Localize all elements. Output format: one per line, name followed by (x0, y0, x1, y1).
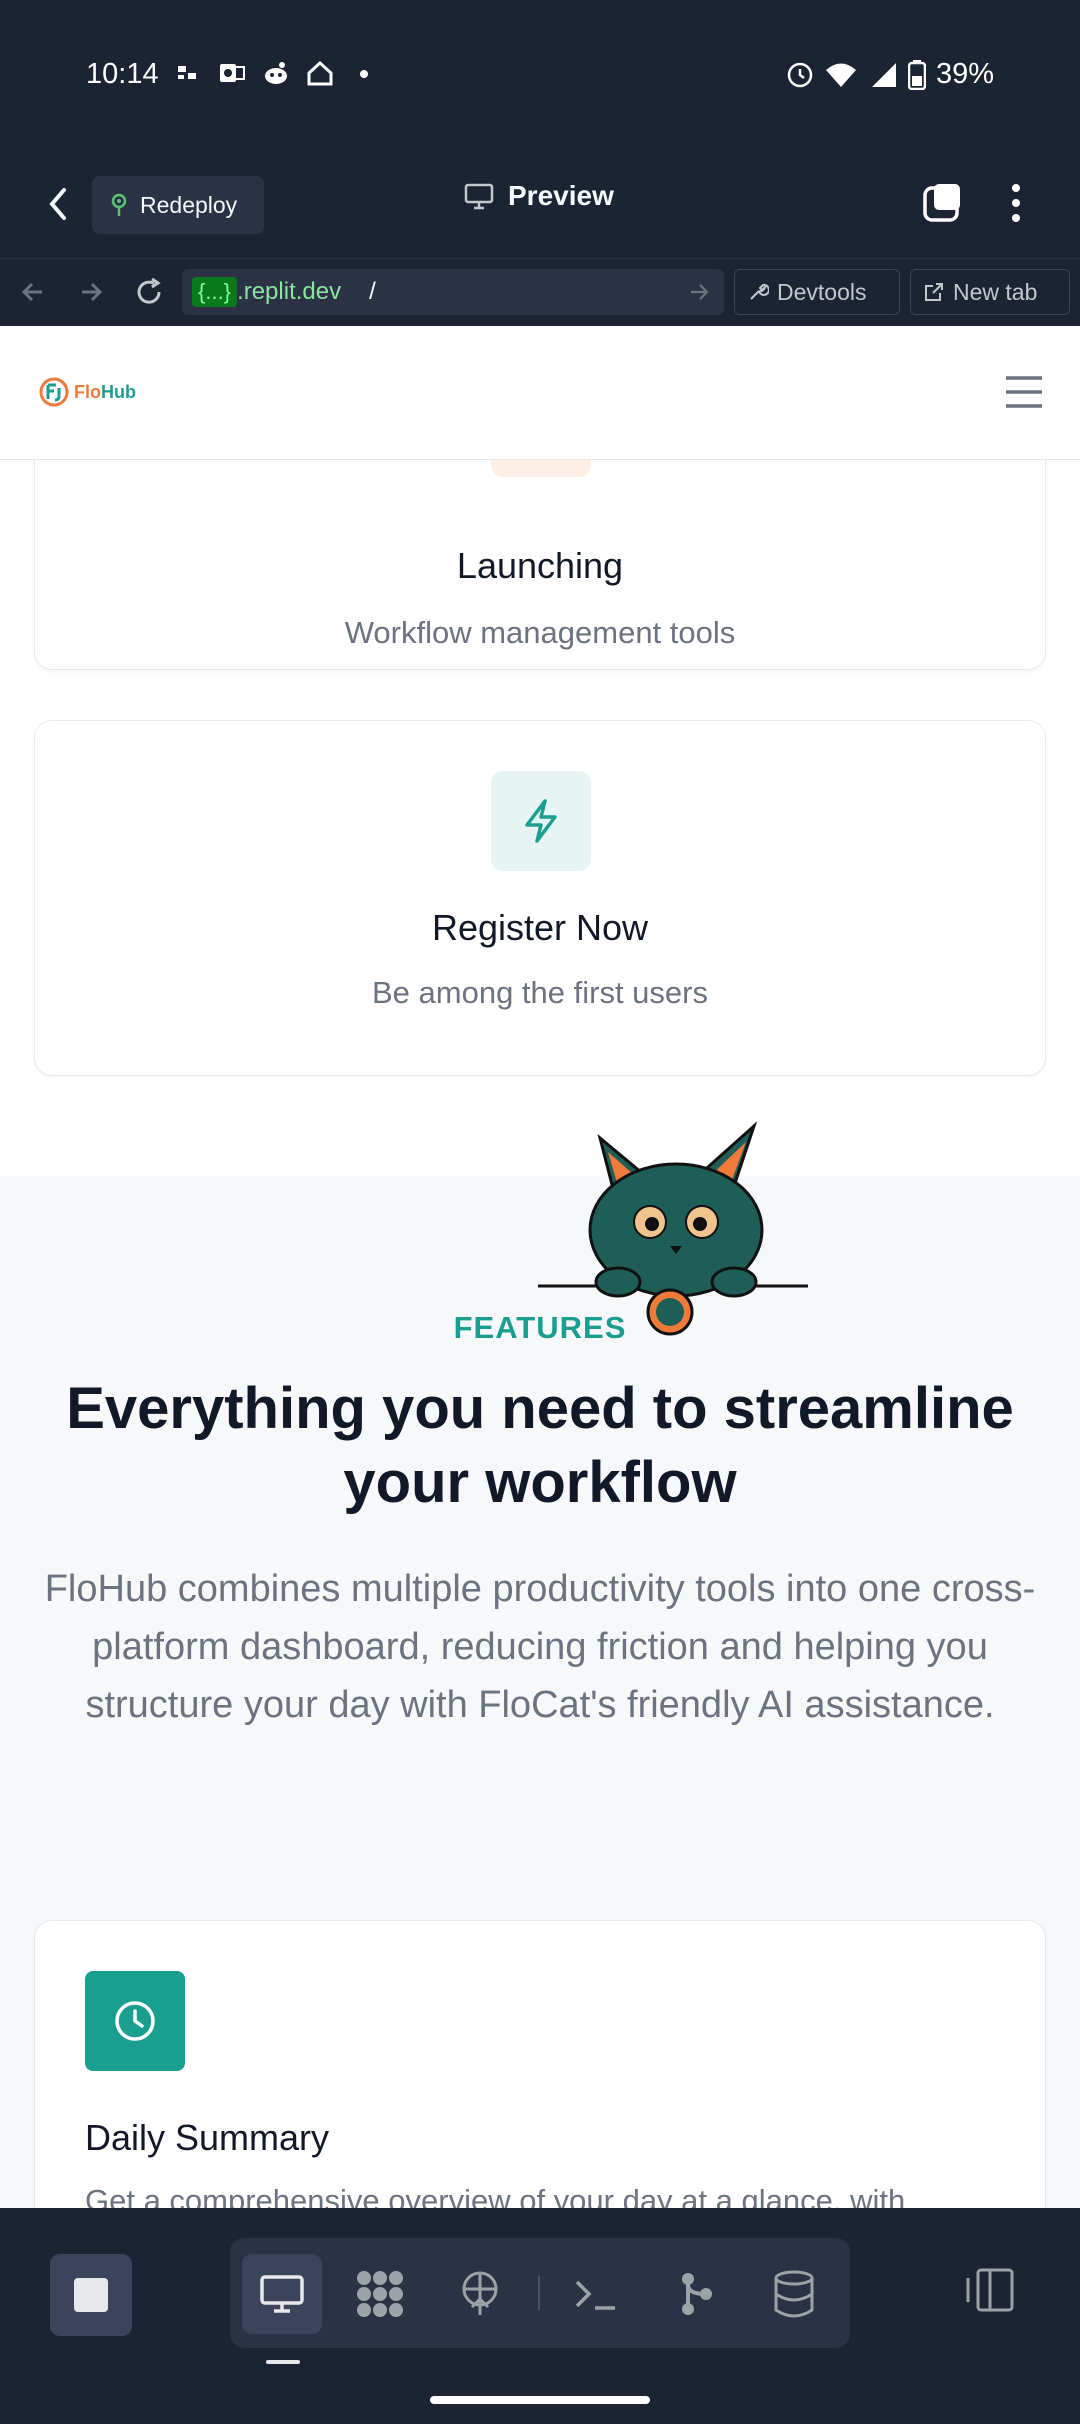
battery-icon (907, 59, 926, 90)
devtools-label: Devtools (777, 278, 867, 305)
logo-text-flo: Flo (74, 381, 101, 402)
signal-app-icon (178, 66, 196, 79)
nav-back-icon[interactable] (16, 275, 50, 309)
panel-toggle-icon[interactable] (964, 2264, 1016, 2316)
outlook-icon (220, 64, 245, 82)
shell-tool-button[interactable] (556, 2254, 636, 2334)
database-tool-button[interactable] (754, 2254, 834, 2334)
status-right: 39% (786, 58, 994, 91)
back-icon[interactable] (40, 178, 76, 230)
home-indicator[interactable] (430, 2396, 650, 2404)
site-navbar: FloHub (0, 326, 1080, 460)
logo-text-hub: Hub (101, 381, 136, 402)
web-preview: FloHub Launching Workflow management too… (0, 326, 1080, 2208)
flocat-mascot-icon (538, 1121, 808, 1336)
new-tab-button[interactable]: New tab (910, 269, 1070, 315)
url-domain: .replit.dev (237, 278, 342, 305)
daily-summary-card: Daily Summary Get a comprehensive overvi… (34, 1920, 1046, 2208)
deploy-icon (111, 193, 127, 216)
flohub-logo-icon (39, 377, 69, 407)
external-link-icon (925, 283, 943, 301)
card-subtitle: Workflow management tools (344, 615, 736, 650)
tool-switcher (230, 2238, 850, 2348)
terminal-icon (575, 2280, 615, 2310)
status-time: 10:14 (86, 58, 159, 90)
agent-icon (357, 2271, 403, 2317)
preview-title: Preview (464, 180, 614, 212)
deploy-globe-icon (462, 2271, 498, 2315)
features-description: FloHub combines multiple productivity to… (44, 1568, 1036, 1726)
more-options-icon[interactable] (1006, 180, 1026, 226)
nav-forward-icon[interactable] (74, 275, 108, 309)
monitor-icon (260, 2275, 304, 2313)
tabs-icon[interactable] (922, 182, 964, 224)
alarm-icon (787, 62, 813, 87)
reddit-icon (265, 62, 287, 84)
new-tab-label: New tab (953, 278, 1038, 305)
agent-tool-button[interactable] (340, 2254, 420, 2334)
deployments-tool-button[interactable] (440, 2254, 520, 2334)
replit-bottom-bar (0, 2208, 1080, 2424)
card-subtitle: Be among the first users (372, 975, 708, 1010)
preview-tool-button[interactable] (242, 2254, 322, 2334)
dot-icon (360, 70, 368, 78)
git-icon (682, 2273, 712, 2315)
daily-summary-text: Get a comprehensive overview of your day… (85, 2183, 906, 2208)
reload-icon[interactable] (132, 275, 166, 309)
go-arrow-icon[interactable] (688, 281, 710, 303)
register-card: Register Now Be among the first users (34, 720, 1046, 1076)
wifi-icon (825, 63, 856, 87)
monitor-icon (464, 183, 494, 210)
status-bar: 10:14 39% (0, 0, 1080, 150)
preview-label: Preview (508, 180, 614, 211)
card-title: Launching (456, 545, 624, 586)
clock-icon-box (85, 1971, 185, 2071)
wrench-icon (750, 283, 769, 300)
active-tool-indicator (266, 2360, 300, 2364)
cell-signal-icon (871, 62, 896, 87)
home-icon (307, 60, 333, 86)
url-path: / (369, 278, 376, 305)
battery-percent: 39% (935, 58, 994, 90)
database-icon (774, 2270, 814, 2318)
stop-button[interactable] (50, 2254, 132, 2336)
daily-summary-title: Daily Summary (85, 2117, 330, 2158)
git-tool-button[interactable] (656, 2254, 736, 2334)
lightning-icon (525, 799, 557, 843)
hamburger-menu-icon[interactable] (1004, 374, 1044, 410)
url-bar-row: {...} .replit.dev / Devtools New tab (0, 258, 1080, 326)
stop-icon (74, 2278, 108, 2312)
url-domain-tag: {...} (192, 277, 238, 307)
tool-separator (538, 2276, 540, 2310)
redeploy-label: Redeploy (140, 191, 238, 218)
replit-header: Redeploy Preview (0, 150, 1080, 258)
flohub-logo[interactable]: FloHub (38, 376, 136, 408)
url-input[interactable]: {...} .replit.dev / (182, 269, 724, 315)
register-icon-box (491, 771, 591, 871)
devtools-button[interactable]: Devtools (734, 269, 900, 315)
features-heading: Everything you need to streamline your w… (66, 1376, 1014, 1515)
redeploy-button[interactable]: Redeploy (92, 176, 264, 234)
clock-icon (115, 2001, 155, 2041)
card-title: Register Now (431, 907, 649, 948)
notification-icons (174, 60, 378, 86)
